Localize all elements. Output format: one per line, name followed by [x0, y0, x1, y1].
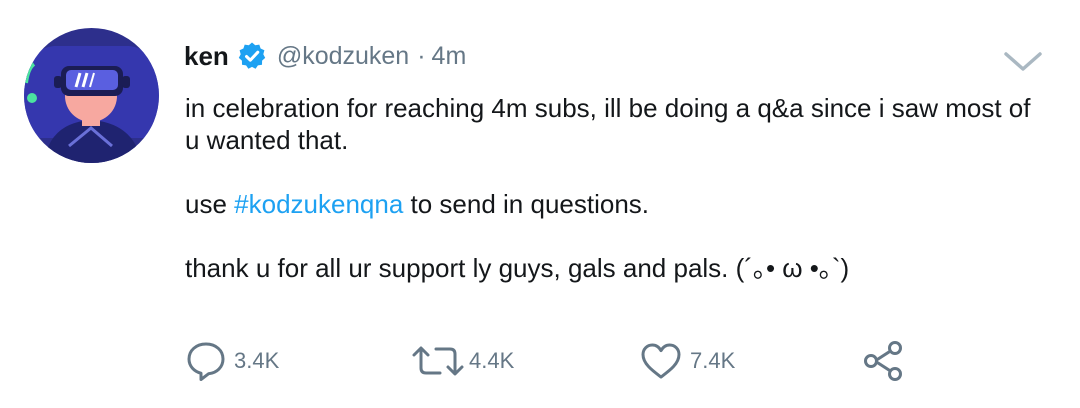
- avatar[interactable]: [24, 28, 159, 163]
- tweet-text-paragraph-2: use #kodzukenqna to send in questions.: [185, 188, 1045, 220]
- retweet-icon: [411, 344, 465, 378]
- verified-badge-icon: [237, 41, 267, 71]
- retweet-count: 4.4K: [469, 348, 515, 373]
- tweet-text-prefix: use: [185, 189, 235, 219]
- tweet-text-paragraph-3: thank u for all ur support ly guys, gals…: [185, 253, 850, 283]
- display-name[interactable]: ken: [184, 41, 229, 72]
- tweet-header: ken @kodzuken · 4m: [184, 36, 466, 76]
- tweet-text-suffix: to send in questions.: [403, 189, 650, 219]
- retweet-button[interactable]: 4.4K: [411, 336, 514, 386]
- tweet-text: in celebration for reaching 4m subs, ill…: [185, 92, 1045, 284]
- hashtag-link[interactable]: #kodzukenqna: [234, 189, 403, 219]
- tweet-actions: 3.4K 4.4K 7.4K: [0, 336, 1080, 386]
- tweet-text-paragraph-1: in celebration for reaching 4m subs, ill…: [185, 93, 1031, 155]
- header-separator: ·: [417, 41, 426, 70]
- like-count: 7.4K: [690, 348, 736, 373]
- chevron-down-icon[interactable]: [1002, 48, 1044, 76]
- reply-button[interactable]: 3.4K: [186, 336, 279, 386]
- heart-icon: [640, 341, 682, 381]
- share-icon: [862, 340, 906, 382]
- reply-count: 3.4K: [234, 348, 280, 373]
- reply-icon: [186, 340, 226, 382]
- avatar-illustration: [24, 28, 159, 163]
- tweet-timestamp[interactable]: 4m: [432, 42, 467, 71]
- user-handle[interactable]: @kodzuken: [277, 42, 409, 71]
- like-button[interactable]: 7.4K: [640, 336, 735, 386]
- share-button[interactable]: [862, 336, 906, 386]
- tweet-card[interactable]: ken @kodzuken · 4m in celebration for re…: [0, 0, 1080, 408]
